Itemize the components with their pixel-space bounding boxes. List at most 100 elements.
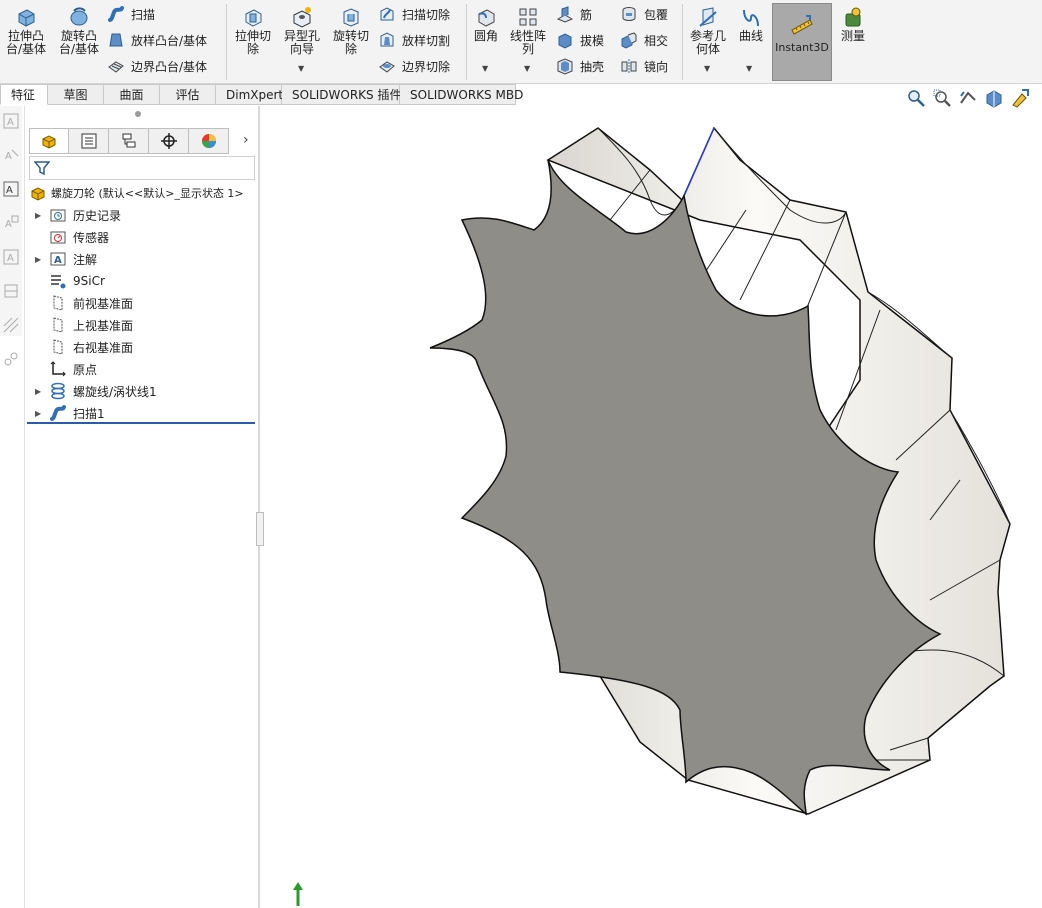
annotation-stack-icon[interactable] bbox=[2, 282, 20, 300]
lofted-cut-button[interactable]: 放样切割 bbox=[378, 30, 450, 50]
reference-geometry-button[interactable]: 参考几 何体 bbox=[686, 6, 730, 56]
gear-cut-face[interactable] bbox=[429, 159, 942, 816]
revolve-boss-button[interactable]: 旋转凸 台/基体 bbox=[56, 6, 102, 56]
hole-wizard-button[interactable]: 异型孔 向导 bbox=[280, 6, 324, 56]
swept-cut-button[interactable]: 扫描切除 bbox=[378, 4, 450, 24]
tree-item-annotations[interactable]: ▶ A 注解 bbox=[25, 248, 259, 270]
instant3d-icon bbox=[791, 15, 813, 35]
extrude-cut-button[interactable]: 拉伸切 除 bbox=[232, 6, 274, 56]
gear-model[interactable] bbox=[262, 106, 1042, 908]
zoom-to-area-icon[interactable] bbox=[932, 88, 952, 108]
tree-item-helix[interactable]: ▶ 螺旋线/涡状线1 bbox=[25, 380, 259, 402]
tree-item-material[interactable]: 9SiCr bbox=[25, 270, 259, 292]
tab-evaluate[interactable]: 评估 bbox=[160, 84, 216, 105]
mirror-button[interactable]: 镜向 bbox=[620, 56, 668, 76]
tab-solidworks-addins[interactable]: SOLIDWORKS 插件 bbox=[282, 84, 401, 105]
ribbon-separator bbox=[226, 4, 227, 80]
annotation-hatch-icon[interactable] bbox=[2, 316, 20, 334]
fillet-button[interactable]: 圆角 bbox=[470, 6, 502, 43]
rollback-bar[interactable] bbox=[27, 422, 255, 424]
dimxpertmanager-tab[interactable] bbox=[149, 128, 189, 154]
panel-splitter[interactable] bbox=[258, 106, 260, 908]
shell-button[interactable]: 抽壳 bbox=[556, 56, 604, 76]
expand-arrow-icon[interactable]: ▶ bbox=[35, 387, 41, 396]
featuremanager-tab[interactable] bbox=[29, 128, 69, 154]
chevron-right-icon[interactable]: › bbox=[243, 132, 249, 148]
annotation-link-icon[interactable] bbox=[2, 350, 20, 368]
plane-icon bbox=[53, 295, 63, 311]
crosshair-icon bbox=[160, 133, 177, 149]
rib-button[interactable]: 筋 bbox=[556, 4, 592, 24]
tree-root-part[interactable]: 螺旋刀轮 (默认<<默认>_显示状态 1> bbox=[25, 182, 259, 204]
configurationmanager-tab[interactable] bbox=[109, 128, 149, 154]
previous-view-icon[interactable] bbox=[958, 88, 978, 108]
linear-pattern-dropdown[interactable]: ▼ bbox=[524, 64, 530, 73]
section-view-icon[interactable] bbox=[984, 88, 1004, 108]
measure-icon bbox=[845, 7, 861, 27]
tab-features[interactable]: 特征 bbox=[0, 84, 48, 105]
tree-filter-box[interactable] bbox=[29, 156, 255, 180]
curves-button[interactable]: 曲线 bbox=[736, 6, 766, 43]
graphics-area[interactable] bbox=[262, 106, 1042, 908]
tree-item-origin[interactable]: 原点 bbox=[25, 358, 259, 380]
tree-item-sensors[interactable]: 传感器 bbox=[25, 226, 259, 248]
tree-item-history[interactable]: ▶ 历史记录 bbox=[25, 204, 259, 226]
svg-text:A: A bbox=[7, 253, 14, 264]
tab-dimxpert[interactable]: DimXpert bbox=[216, 84, 283, 105]
draft-button[interactable]: 拔模 bbox=[556, 30, 604, 50]
mirror-icon bbox=[621, 59, 637, 73]
lofted-cut-icon bbox=[380, 32, 394, 47]
tab-surfaces[interactable]: 曲面 bbox=[104, 84, 160, 105]
material-icon bbox=[51, 275, 66, 289]
wrap-button[interactable]: 包覆 bbox=[620, 4, 668, 24]
instant3d-button[interactable]: Instant3D bbox=[772, 3, 832, 81]
intersect-button[interactable]: 相交 bbox=[620, 30, 668, 50]
tree-item-top-plane[interactable]: 上视基准面 bbox=[25, 314, 259, 336]
axis-triad-icon bbox=[293, 882, 303, 906]
expand-arrow-icon[interactable]: ▶ bbox=[35, 255, 41, 264]
task-pane-strip: A A A A A bbox=[0, 106, 22, 366]
zoom-to-fit-icon[interactable] bbox=[906, 88, 926, 108]
tree-item-sweep1[interactable]: ▶ 扫描1 bbox=[25, 402, 259, 424]
boundary-cut-button[interactable]: 边界切除 bbox=[378, 56, 450, 76]
dynamic-annotation-icon[interactable] bbox=[1010, 88, 1030, 108]
fillet-dropdown[interactable]: ▼ bbox=[482, 64, 488, 73]
annotation-tolerance-icon[interactable]: A bbox=[2, 248, 20, 266]
displaymanager-tab[interactable] bbox=[189, 128, 229, 154]
annotation-datum-icon[interactable]: A bbox=[2, 214, 20, 232]
curves-dropdown[interactable]: ▼ bbox=[746, 64, 752, 73]
hole-wizard-dropdown[interactable]: ▼ bbox=[298, 64, 304, 73]
tab-solidworks-mbd[interactable]: SOLIDWORKS MBD bbox=[400, 84, 523, 105]
annotation-note-icon[interactable]: A bbox=[2, 112, 20, 130]
property-list-icon bbox=[81, 133, 96, 149]
loft-button[interactable]: 放样凸台/基体 bbox=[107, 30, 207, 50]
expand-arrow-icon[interactable]: ▶ bbox=[35, 409, 41, 418]
expand-arrow-icon[interactable]: ▶ bbox=[35, 211, 41, 220]
origin-icon bbox=[50, 361, 66, 377]
boundary-boss-icon bbox=[108, 61, 124, 73]
panel-grip[interactable] bbox=[135, 111, 141, 117]
svg-text:A: A bbox=[5, 219, 12, 230]
annotation-weld-icon[interactable]: A bbox=[2, 180, 20, 198]
extrude-boss-button[interactable]: 拉伸凸 台/基体 bbox=[4, 6, 48, 56]
revolve-boss-icon bbox=[70, 7, 88, 26]
extrude-cut-icon bbox=[245, 9, 262, 27]
svg-text:A: A bbox=[54, 255, 62, 266]
tree-item-right-plane[interactable]: 右视基准面 bbox=[25, 336, 259, 358]
plane-icon bbox=[53, 339, 63, 355]
command-ribbon: 拉伸凸 台/基体 旋转凸 台/基体 扫描 放样凸台/基体 边界凸台/基体 拉伸切… bbox=[0, 0, 1042, 84]
history-folder-icon bbox=[50, 209, 66, 222]
shell-icon bbox=[557, 58, 573, 75]
tab-sketch[interactable]: 草图 bbox=[48, 84, 104, 105]
revolve-cut-icon bbox=[343, 8, 359, 27]
tree-item-front-plane[interactable]: 前视基准面 bbox=[25, 292, 259, 314]
sweep-button[interactable]: 扫描 bbox=[107, 4, 155, 24]
boundary-boss-button[interactable]: 边界凸台/基体 bbox=[107, 56, 207, 76]
annotation-balloon-icon[interactable]: A bbox=[2, 146, 20, 164]
linear-pattern-button[interactable]: 线性阵 列 bbox=[508, 6, 548, 56]
reference-geometry-dropdown[interactable]: ▼ bbox=[704, 64, 710, 73]
propertymanager-tab[interactable] bbox=[69, 128, 109, 154]
command-manager-tabs: 特征 草图 曲面 评估 DimXpert SOLIDWORKS 插件 SOLID… bbox=[0, 84, 523, 105]
revolve-cut-button[interactable]: 旋转切 除 bbox=[330, 6, 372, 56]
measure-button[interactable]: 测量 bbox=[838, 6, 868, 43]
